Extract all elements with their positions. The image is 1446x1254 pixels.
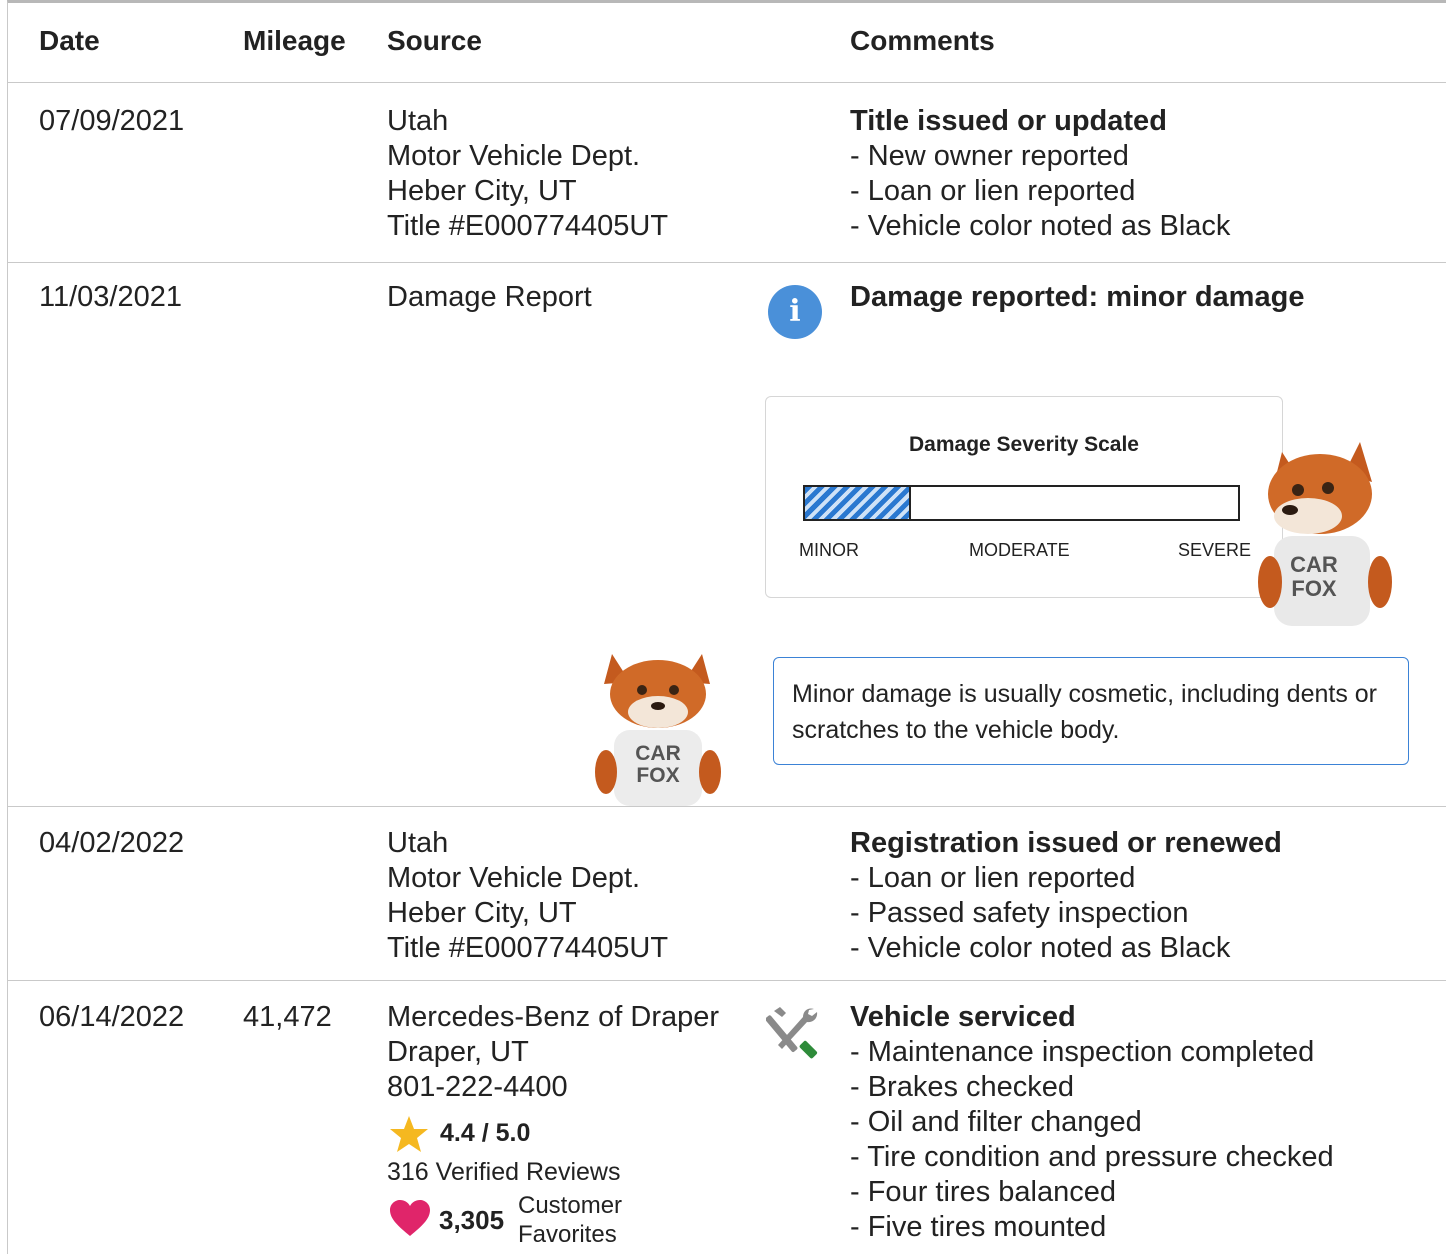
row-date: 04/02/2022	[39, 827, 185, 859]
severity-bar	[803, 485, 1240, 521]
source-line: Motor Vehicle Dept.	[387, 862, 641, 894]
comment-item: Oil and filter changed	[850, 1105, 1334, 1140]
comment-item: Tire condition and pressure checked	[850, 1140, 1333, 1175]
comment-title: Registration issued or renewed	[850, 827, 1282, 859]
favorites-label-line: Customer	[518, 1192, 623, 1219]
wrench-screwdriver-icon	[766, 1007, 818, 1059]
row-source: Utah Motor Vehicle Dept. Heber City, UT …	[387, 826, 668, 966]
header-mileage: Mileage	[243, 25, 346, 56]
fox-mascot-image: CAR FOX	[1258, 442, 1392, 626]
comment-item: New owner reported	[850, 139, 1230, 174]
row-date: 11/03/2021	[39, 281, 182, 313]
svg-text:CAR: CAR	[635, 742, 681, 765]
severity-title: Damage Severity Scale	[909, 433, 1139, 456]
dealer-phone[interactable]: 801-222-4400	[387, 1070, 719, 1105]
svg-text:FOX: FOX	[1291, 576, 1337, 601]
source-line: Title #E000774405UT	[387, 210, 669, 242]
severity-label-severe: SEVERE	[1178, 540, 1252, 560]
dealer-reviews[interactable]: 316 Verified Reviews	[387, 1158, 620, 1187]
comment-title: Title issued or updated	[850, 105, 1167, 137]
dealer-link[interactable]: Mercedes-Benz of Draper	[387, 1000, 719, 1035]
header-date: Date	[39, 25, 100, 56]
severity-label-moderate: MODERATE	[969, 540, 1070, 560]
fox-mascot-image: CAR FOX	[595, 654, 721, 806]
comment-title: Damage reported: minor damage	[850, 281, 1305, 313]
source-line: Title #E000774405UT	[387, 932, 669, 964]
row-date: 06/14/2022	[39, 1001, 185, 1033]
comment-item: Loan or lien reported	[850, 174, 1230, 209]
row-source: Mercedes-Benz of Draper Draper, UT 801-2…	[387, 1000, 719, 1105]
source-line: Utah	[387, 105, 449, 137]
heart-icon	[390, 1200, 430, 1236]
table-row: 06/14/2022 41,472 Mercedes-Benz of Drape…	[8, 981, 1446, 1254]
severity-bar-fill	[805, 487, 911, 519]
comment-item: Maintenance inspection completed	[850, 1035, 1334, 1070]
source-line: Motor Vehicle Dept.	[387, 140, 641, 172]
source-line: Heber City, UT	[387, 897, 577, 929]
row-comments: Vehicle serviced Maintenance inspection …	[850, 1000, 1334, 1245]
svg-text:FOX: FOX	[636, 764, 679, 787]
source-line: Utah	[387, 827, 449, 859]
source-line: Heber City, UT	[387, 175, 577, 207]
table-row: 04/02/2022 Utah Motor Vehicle Dept. Hebe…	[8, 807, 1446, 981]
comment-item: Four tires balanced	[850, 1175, 1334, 1210]
row-comments: Registration issued or renewed Loan or l…	[850, 826, 1282, 966]
table-row: 07/09/2021 Utah Motor Vehicle Dept. Hebe…	[8, 83, 1446, 263]
header-source: Source	[387, 25, 482, 56]
source-line: Draper, UT	[387, 1036, 529, 1068]
favorites-label-line: Favorites	[518, 1221, 617, 1248]
comment-item: Vehicle color noted as Black	[850, 931, 1282, 966]
row-source: Damage Report	[387, 281, 592, 313]
vehicle-history-table: Date Mileage Source Comments 07/09/2021 …	[7, 0, 1446, 1254]
comment-title: Vehicle serviced	[850, 1001, 1076, 1033]
severity-label-minor: MINOR	[799, 540, 859, 560]
favorites-label: Customer Favorites	[518, 1191, 622, 1249]
header-comments: Comments	[850, 25, 995, 56]
damage-severity-card: Damage Severity Scale MINOR MODERATE SEV…	[765, 396, 1283, 598]
info-icon[interactable]: i	[768, 285, 822, 339]
row-source: Utah Motor Vehicle Dept. Heber City, UT …	[387, 104, 668, 244]
damage-note-text: Minor damage is usually cosmetic, includ…	[792, 680, 1377, 744]
comment-item: Brakes checked	[850, 1070, 1334, 1105]
row-comments: Title issued or updated New owner report…	[850, 104, 1230, 244]
star-icon	[390, 1116, 428, 1152]
row-date: 07/09/2021	[39, 105, 185, 137]
comment-item: Loan or lien reported	[850, 861, 1282, 896]
table-header: Date Mileage Source Comments	[8, 3, 1446, 83]
damage-note-box: Minor damage is usually cosmetic, includ…	[773, 657, 1409, 765]
comment-item: Five tires mounted	[850, 1210, 1334, 1245]
dealer-rating: 4.4 / 5.0	[440, 1119, 531, 1147]
comment-item: Passed safety inspection	[850, 896, 1282, 931]
comment-item: Vehicle color noted as Black	[850, 209, 1231, 244]
svg-text:CAR: CAR	[1290, 552, 1338, 577]
row-mileage: 41,472	[243, 1001, 332, 1033]
favorites-count: 3,305	[439, 1205, 505, 1235]
